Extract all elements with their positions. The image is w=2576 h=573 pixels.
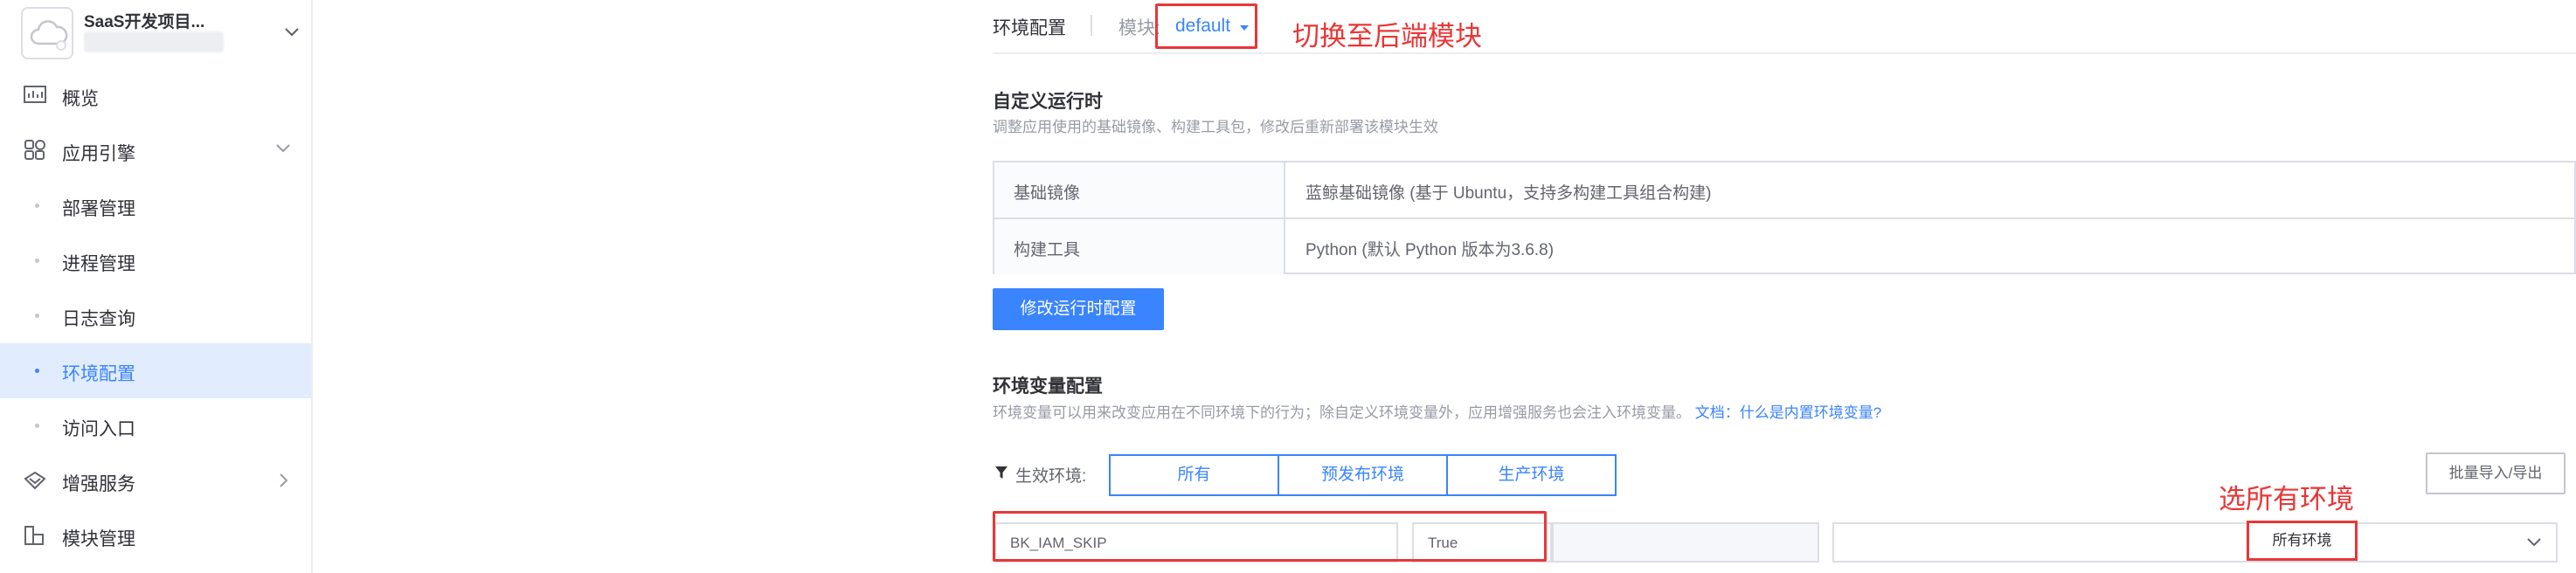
- sidebar-item-label: 访问入口: [62, 419, 135, 439]
- sidebar: SaaS开发项目... 概览 应用引擎 部署管理 进程管理 日志查询 环境配置 …: [0, 0, 313, 573]
- filter-icon: [995, 466, 1008, 479]
- overview-chart-icon: [24, 86, 46, 103]
- project-name: SaaS开发项目...: [84, 13, 205, 31]
- chevron-right-icon: [280, 473, 288, 487]
- sidebar-item-env-config[interactable]: 环境配置: [0, 343, 311, 398]
- chevron-down-icon: [2527, 538, 2541, 547]
- bullet-dot: [35, 314, 39, 318]
- runtime-section-title: 自定义运行时: [993, 92, 1103, 112]
- table-row: 基础镜像 蓝鲸基础镜像 (基于 Ubuntu，支持多构建工具组合构建): [994, 162, 2576, 217]
- sidebar-item-label: 日志查询: [62, 309, 135, 329]
- sidebar-item-process[interactable]: 进程管理: [0, 233, 311, 288]
- sidebar-item-label: 概览: [62, 89, 99, 109]
- env-vars-section-desc: 环境变量可以用来改变应用在不同环境下的行为；除自定义环境变量外，应用增强服务也会…: [993, 400, 1881, 422]
- bullet-dot: [35, 424, 39, 428]
- project-switcher[interactable]: SaaS开发项目...: [21, 7, 301, 59]
- env-scope-select[interactable]: [1832, 522, 2558, 563]
- sidebar-item-module-manage[interactable]: 模块管理: [0, 508, 311, 563]
- segment-prod[interactable]: 生产环境: [1446, 454, 1617, 496]
- sidebar-item-label: 应用引擎: [62, 144, 135, 164]
- top-bar: 环境配置 模块: default 切换至后端模块: [993, 0, 2576, 54]
- page-title: 环境配置: [993, 18, 1066, 38]
- sidebar-item-label: 进程管理: [62, 254, 135, 274]
- sidebar-item-access-entry[interactable]: 访问入口: [0, 398, 311, 453]
- runtime-value: Python (默认 Python 版本为3.6.8): [1305, 241, 1555, 259]
- sidebar-item-overview[interactable]: 概览: [0, 68, 311, 123]
- runtime-value: 蓝鲸基础镜像 (基于 Ubuntu，支持多构建工具组合构建): [1305, 184, 1712, 203]
- runtime-key: 构建工具: [994, 219, 1285, 274]
- sidebar-item-label: 模块管理: [62, 529, 135, 549]
- sidebar-item-label: 环境配置: [62, 364, 135, 384]
- builtin-env-doc-link[interactable]: 文档：什么是内置环境变量?: [1695, 404, 1881, 421]
- module-select-value: default: [1175, 16, 1231, 36]
- bullet-dot: [35, 204, 39, 208]
- sidebar-item-app-engine[interactable]: 应用引擎: [0, 123, 311, 178]
- env-vars-desc-text: 环境变量可以用来改变应用在不同环境下的行为；除自定义环境变量外，应用增强服务也会…: [993, 404, 1691, 421]
- sidebar-item-label: 部署管理: [62, 199, 135, 219]
- project-id-blurred: [84, 31, 224, 52]
- batch-import-export-button[interactable]: 批量导入/导出: [2426, 452, 2566, 494]
- annotation-switch-backend: 切换至后端模块: [1292, 21, 1482, 52]
- segment-all[interactable]: 所有: [1109, 454, 1279, 496]
- modify-runtime-button[interactable]: 修改运行时配置: [993, 288, 1164, 330]
- project-logo: [21, 7, 73, 59]
- caret-down-icon: [1240, 25, 1249, 31]
- divider: [1091, 15, 1092, 36]
- main-content: 环境配置 模块: default 切换至后端模块 自定义运行时 调整应用使用的基…: [993, 0, 2576, 573]
- env-var-description-input[interactable]: [1552, 522, 1819, 563]
- sidebar-item-logs[interactable]: 日志查询: [0, 288, 311, 343]
- chevron-up-icon: [276, 144, 290, 153]
- module-label: 模块:: [1118, 18, 1160, 38]
- filter-label: 生效环境:: [1015, 467, 1087, 486]
- bullet-dot: [35, 369, 39, 373]
- runtime-table: 基础镜像 蓝鲸基础镜像 (基于 Ubuntu，支持多构建工具组合构建) 构建工具…: [993, 161, 2576, 274]
- env-vars-section-title: 环境变量配置: [993, 376, 1103, 397]
- sidebar-item-deploy[interactable]: 部署管理: [0, 178, 311, 233]
- sidebar-item-enhanced-services[interactable]: 增强服务: [0, 453, 311, 508]
- annotation-highlight-row: [993, 511, 1547, 562]
- sidebar-item-label: 增强服务: [62, 474, 135, 494]
- annotation-select-all-env: 选所有环境: [2219, 484, 2354, 514]
- app-engine-icon: [24, 140, 45, 160]
- runtime-section-desc: 调整应用使用的基础镜像、构建工具包，修改后重新部署该模块生效: [993, 119, 1438, 135]
- table-row: 构建工具 Python (默认 Python 版本为3.6.8): [994, 217, 2576, 274]
- module-select[interactable]: default: [1155, 3, 1257, 49]
- segment-stag[interactable]: 预发布环境: [1278, 454, 1448, 496]
- env-scope-value: 所有环境: [2247, 521, 2358, 561]
- runtime-key: 基础镜像: [994, 162, 1285, 217]
- chevron-down-icon[interactable]: [283, 26, 301, 38]
- module-manage-icon: [24, 526, 44, 545]
- bullet-dot: [35, 259, 39, 263]
- enhanced-service-icon: [24, 471, 46, 490]
